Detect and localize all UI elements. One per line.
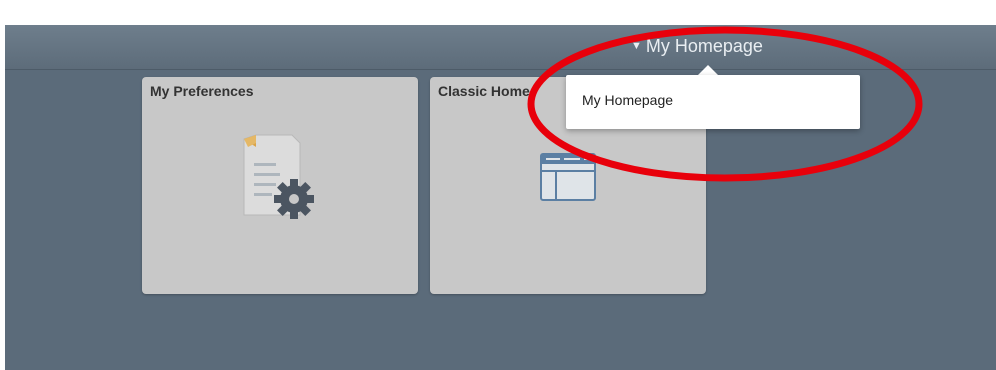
dropdown-item-my-homepage[interactable]: My Homepage: [582, 92, 673, 108]
preferences-document-gear-icon: [240, 133, 330, 228]
homepage-selector-label: My Homepage: [645, 36, 763, 56]
tile-title: Classic Home: [438, 83, 530, 99]
classic-window-icon: [540, 153, 596, 208]
homepage-dropdown-menu: My Homepage: [566, 75, 860, 129]
tile-title: My Preferences: [150, 83, 254, 99]
homepage-canvas: ▼ My Homepage My Preferences Classic Hom…: [5, 25, 996, 370]
header-bar: ▼ My Homepage: [5, 25, 996, 70]
homepage-selector[interactable]: ▼ My Homepage: [631, 34, 763, 58]
dropdown-arrow-icon: ▼: [631, 40, 642, 52]
tile-my-preferences[interactable]: My Preferences: [142, 77, 418, 294]
dropdown-caret: [698, 65, 718, 75]
